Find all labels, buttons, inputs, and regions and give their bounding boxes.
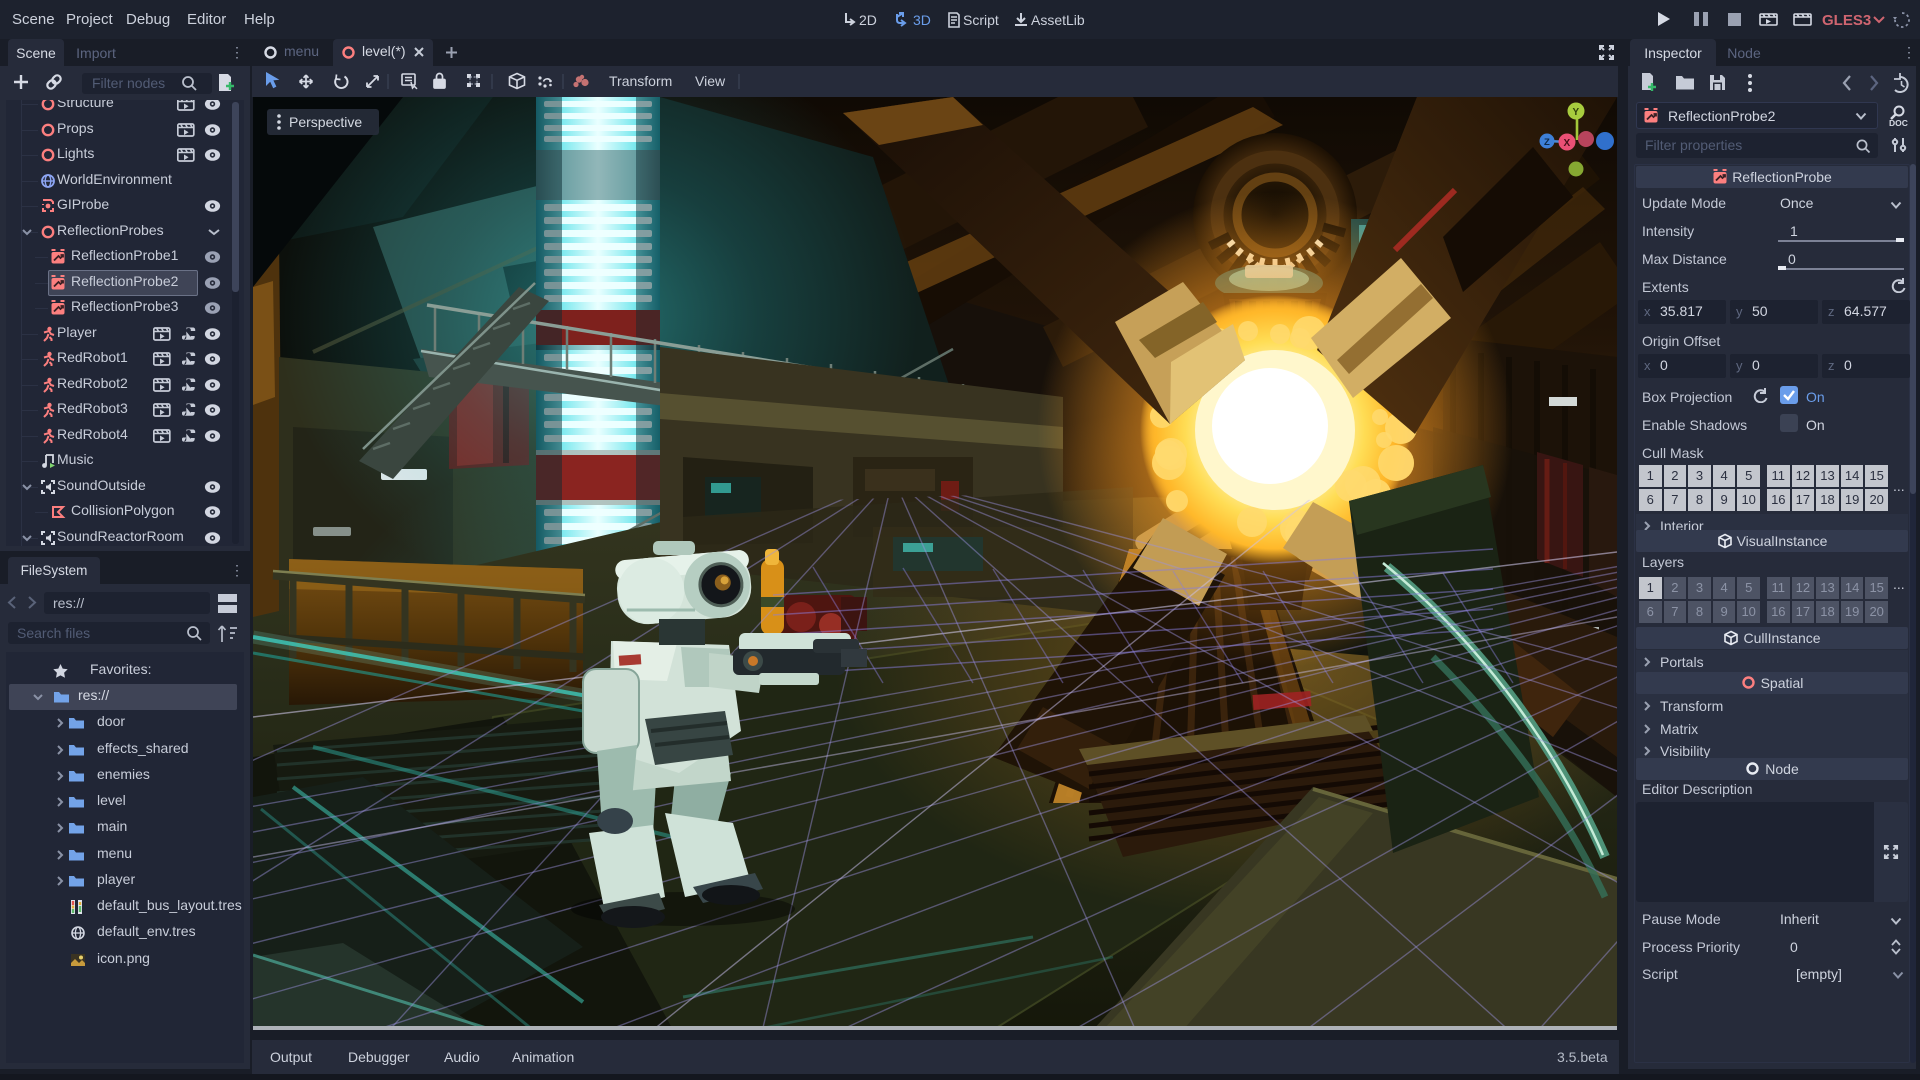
svg-text:X: X	[1564, 138, 1571, 149]
svg-text:View: View	[695, 73, 726, 89]
svg-text:Perspective: Perspective	[289, 114, 362, 130]
svg-text:Script: Script	[963, 12, 999, 28]
svg-text:3D: 3D	[913, 12, 931, 28]
svg-text:GLES3: GLES3	[1822, 12, 1871, 29]
svg-text:Y: Y	[1573, 107, 1580, 118]
svg-text:2D: 2D	[859, 12, 877, 28]
svg-text:Filter nodes: Filter nodes	[92, 75, 165, 91]
svg-text:Search files: Search files	[17, 625, 90, 641]
svg-text:Transform: Transform	[609, 73, 672, 89]
svg-text:res://: res://	[53, 595, 84, 611]
svg-text:AssetLib: AssetLib	[1031, 12, 1085, 28]
svg-text:DOC: DOC	[1889, 118, 1908, 128]
svg-text:Z: Z	[1544, 137, 1550, 148]
